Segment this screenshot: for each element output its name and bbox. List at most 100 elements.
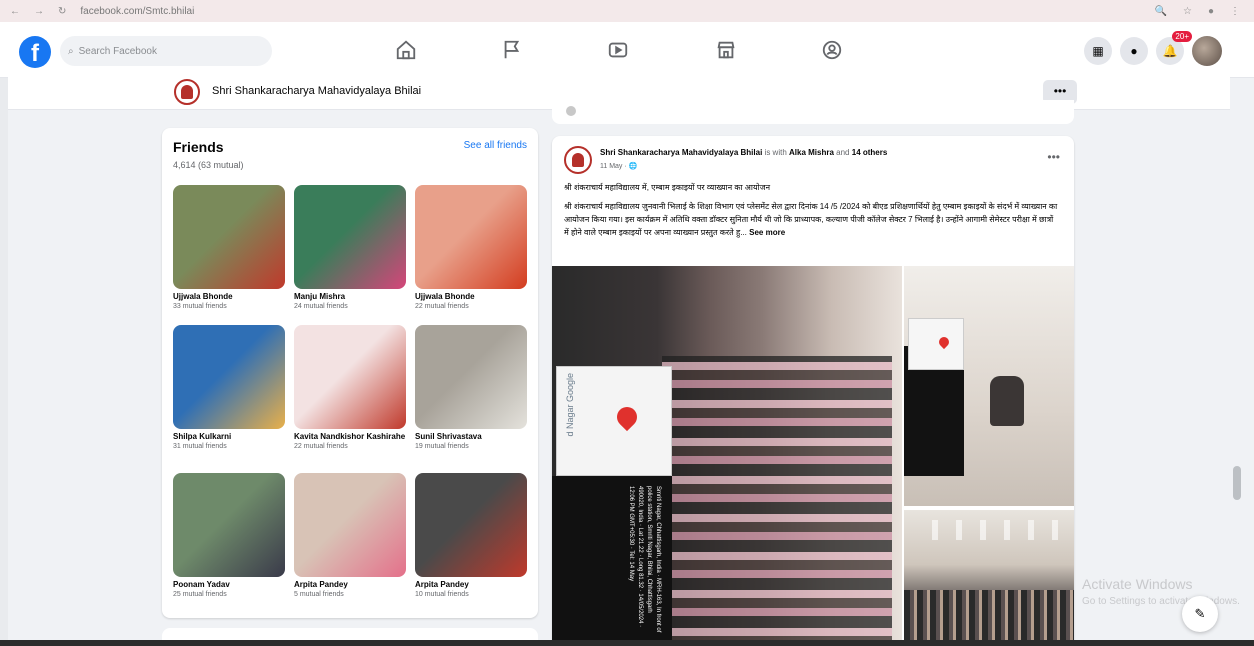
browser-nav: ← → ↻	[10, 6, 66, 17]
post-photo-main[interactable]: d Nagar Google Smriti Nagar, Chhattisgar…	[552, 266, 902, 646]
post-and-text: and	[836, 148, 850, 157]
groups-icon[interactable]	[818, 36, 846, 64]
marketplace-icon[interactable]	[712, 36, 740, 64]
home-icon[interactable]	[392, 36, 420, 64]
photo-audience	[904, 590, 1074, 646]
post-menu-button[interactable]: •••	[1047, 150, 1060, 164]
scrollbar-thumb[interactable]	[1233, 466, 1241, 500]
menu-grid-icon[interactable]: ▦	[1084, 37, 1112, 65]
post-image-gallery[interactable]: d Nagar Google Smriti Nagar, Chhattisgar…	[552, 266, 1074, 646]
friend-photo[interactable]	[173, 185, 285, 289]
search-icon: ⌕	[68, 45, 74, 57]
map-pin-small-icon	[936, 334, 952, 350]
zoom-icon[interactable]: 🔍	[1155, 6, 1167, 17]
post-body-text: श्री शंकराचार्य महाविद्यालय जुनवानी भिला…	[564, 202, 1058, 237]
friend-mutual-count: 22 mutual friends	[294, 443, 348, 450]
friend-name[interactable]: Shilpa Kulkarni	[173, 432, 285, 442]
friend-name[interactable]: Ujjwala Bhonde	[173, 292, 285, 302]
friend-item[interactable]: Arpita Pandey 10 mutual friends	[415, 473, 527, 599]
post-photo-bottom-right[interactable]	[904, 510, 1074, 646]
browser-toolbar: ← → ↻ facebook.com/Smtc.bhilai 🔍 ☆ ● ⋮	[0, 0, 1254, 22]
friend-name[interactable]: Sunil Shrivastava	[415, 432, 527, 442]
friend-mutual-count: 22 mutual friends	[415, 303, 469, 310]
friend-photo[interactable]	[294, 185, 406, 289]
page-name[interactable]: Shri Shankaracharya Mahavidyalaya Bhilai	[212, 85, 421, 97]
friend-item[interactable]: Ujjwala Bhonde 22 mutual friends	[415, 185, 527, 311]
header-actions: ▦ ● 🔔 20+	[1084, 31, 1222, 66]
menu-icon[interactable]: ⋮	[1230, 6, 1240, 17]
post-author-avatar[interactable]	[564, 146, 592, 174]
friend-mutual-count: 31 mutual friends	[173, 443, 227, 450]
see-all-friends-link[interactable]: See all friends	[464, 140, 527, 151]
browser-actions: 🔍 ☆ ● ⋮	[1155, 6, 1240, 17]
friend-item[interactable]: Manju Mishra 24 mutual friends	[294, 185, 406, 311]
notification-badge: 20+	[1172, 31, 1192, 42]
friend-photo[interactable]	[173, 325, 285, 429]
friend-photo[interactable]	[173, 473, 285, 577]
friend-item[interactable]: Shilpa Kulkarni 31 mutual friends	[173, 325, 285, 451]
friend-name[interactable]: Poonam Yadav	[173, 580, 285, 590]
friend-photo[interactable]	[415, 325, 527, 429]
star-icon[interactable]: ☆	[1183, 6, 1192, 17]
see-more-link[interactable]: See more	[749, 228, 785, 237]
messenger-icon[interactable]: ●	[1120, 37, 1148, 65]
left-edge	[0, 78, 8, 646]
photo-speaker	[990, 376, 1024, 426]
map-label: d Nagar Google	[565, 373, 575, 437]
windows-watermark-title: Activate Windows	[1082, 576, 1193, 592]
photo-crowd	[662, 356, 892, 646]
friend-name[interactable]: Manju Mishra	[294, 292, 406, 302]
map-thumbnail-small	[908, 318, 964, 370]
post-header: Shri Shankaracharya Mahavidyalaya Bhilai…	[600, 148, 1040, 157]
friend-name[interactable]: Kavita Nandkishor Kashirahe	[294, 432, 406, 442]
post-body: श्री शंकराचार्य महाविद्यालय जुनवानी भिला…	[564, 200, 1060, 239]
friend-mutual-count: 10 mutual friends	[415, 591, 469, 598]
forward-icon[interactable]: →	[34, 6, 44, 17]
friends-title: Friends	[173, 139, 224, 155]
previous-post-edge	[552, 100, 1074, 124]
friend-mutual-count: 24 mutual friends	[294, 303, 348, 310]
friends-count: 4,614 (63 mutual)	[173, 160, 244, 170]
friend-item[interactable]: Ujjwala Bhonde 33 mutual friends	[173, 185, 285, 311]
account-avatar[interactable]	[1192, 36, 1222, 66]
post-timestamp[interactable]: 11 May · 🌐	[600, 162, 637, 170]
post-author[interactable]: Shri Shankaracharya Mahavidyalaya Bhilai	[600, 148, 762, 157]
search-placeholder: Search Facebook	[78, 45, 157, 57]
reload-icon[interactable]: ↻	[58, 6, 66, 17]
post-tagged-user[interactable]: Alka Mishra	[789, 148, 834, 157]
notifications-icon[interactable]: 🔔 20+	[1156, 31, 1192, 65]
back-icon[interactable]: ←	[10, 6, 20, 17]
friend-name[interactable]: Ujjwala Bhonde	[415, 292, 527, 302]
friend-item[interactable]: Sunil Shrivastava 19 mutual friends	[415, 325, 527, 451]
friend-mutual-count: 19 mutual friends	[415, 443, 469, 450]
friend-mutual-count: 25 mutual friends	[173, 591, 227, 598]
geotag-caption: Smriti Nagar, Chhattisgarh, India · MRH-…	[628, 486, 661, 633]
friend-name[interactable]: Arpita Pandey	[415, 580, 527, 590]
friend-item[interactable]: Arpita Pandey 5 mutual friends	[294, 473, 406, 599]
search-input[interactable]: ⌕ Search Facebook	[60, 36, 272, 66]
friend-photo[interactable]	[415, 473, 527, 577]
map-pin-icon	[612, 402, 642, 432]
post-others-link[interactable]: 14 others	[852, 148, 888, 157]
pages-flag-icon[interactable]	[498, 36, 526, 64]
friend-item[interactable]: Poonam Yadav 25 mutual friends	[173, 473, 285, 599]
address-bar[interactable]: facebook.com/Smtc.bhilai	[80, 6, 194, 17]
previous-post-avatar	[566, 106, 576, 116]
taskbar-edge	[0, 640, 1254, 646]
college-logo-icon[interactable]	[174, 79, 200, 105]
profile-icon[interactable]: ●	[1208, 6, 1214, 17]
post-title: श्री शंकराचार्य महाविद्यालय में, एम्बाम …	[564, 183, 771, 192]
facebook-logo[interactable]: f	[19, 36, 51, 68]
photo-ceiling-lights	[914, 520, 1064, 540]
friend-photo[interactable]	[294, 325, 406, 429]
watch-video-icon[interactable]	[604, 36, 632, 64]
friend-photo[interactable]	[294, 473, 406, 577]
friend-name[interactable]: Arpita Pandey	[294, 580, 406, 590]
post-photo-top-right[interactable]	[904, 266, 1074, 506]
friend-mutual-count: 33 mutual friends	[173, 303, 227, 310]
friends-card: Friends 4,614 (63 mutual) See all friend…	[162, 128, 538, 618]
friend-photo[interactable]	[415, 185, 527, 289]
friend-item[interactable]: Kavita Nandkishor Kashirahe 22 mutual fri…	[294, 325, 406, 451]
new-message-button[interactable]: ✎	[1182, 596, 1218, 632]
facebook-header: f ⌕ Search Facebook ▦ ● 🔔 20+	[0, 22, 1254, 78]
